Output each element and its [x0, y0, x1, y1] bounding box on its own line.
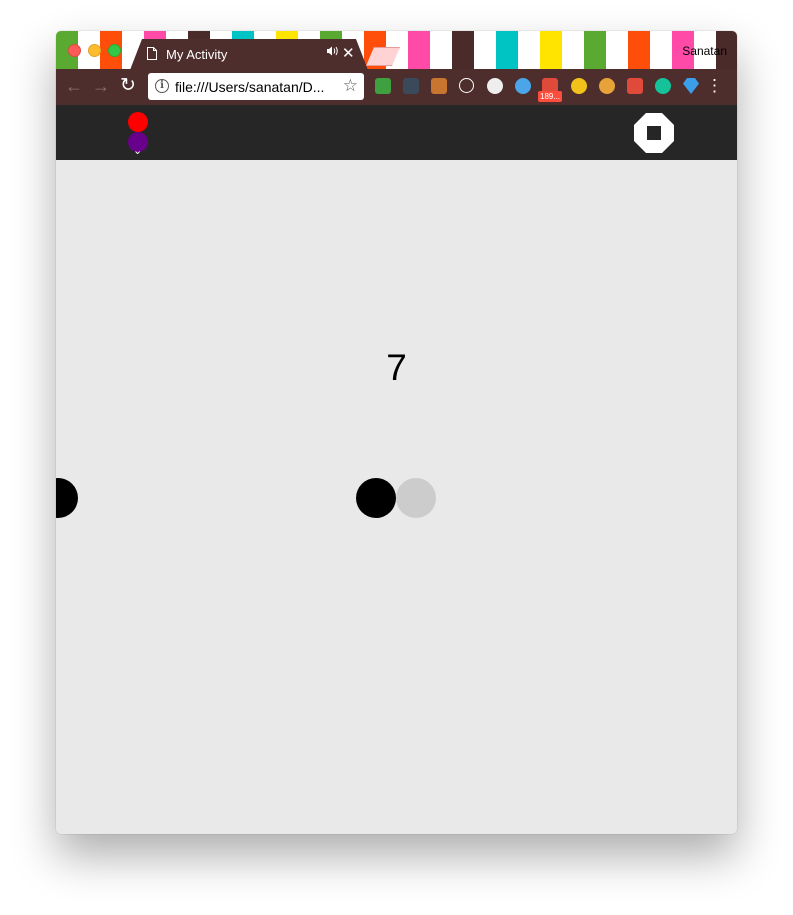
score-display: 7: [386, 347, 407, 388]
window-minimize-button[interactable]: [88, 44, 101, 57]
jsfiddle-icon[interactable]: [375, 78, 391, 94]
snowflake-icon[interactable]: [515, 78, 531, 94]
document-icon: [147, 47, 157, 60]
chevron-down-icon[interactable]: ⌄: [133, 145, 142, 157]
browser-toolbar: ← → ↻ i file:///Users/sanatan/D... ☆ 189…: [56, 69, 737, 105]
stop-icon: [647, 126, 661, 140]
txt-icon[interactable]: [599, 78, 615, 94]
opera-icon[interactable]: [487, 78, 503, 94]
forward-button[interactable]: →: [92, 76, 110, 96]
ball-ghost: [396, 478, 436, 518]
extension-badge: 189...: [538, 91, 563, 102]
url-text[interactable]: file:///Users/sanatan/D...: [175, 79, 324, 95]
x-close-icon[interactable]: [403, 78, 419, 94]
chrome-icon[interactable]: [571, 78, 587, 94]
ball-left: [56, 478, 78, 518]
game-canvas[interactable]: 7: [56, 160, 737, 834]
info-icon[interactable]: i: [155, 79, 169, 93]
window-close-button[interactable]: [68, 44, 81, 57]
new-tab-button[interactable]: [366, 47, 400, 66]
book-icon[interactable]: [627, 78, 643, 94]
browser-titlebar: My Activity ✕ Sanatan: [56, 31, 737, 69]
address-bar[interactable]: i file:///Users/sanatan/D... ☆: [148, 73, 364, 100]
window-maximize-button[interactable]: [108, 44, 121, 57]
browser-menu-icon[interactable]: ⋮: [706, 77, 723, 95]
browser-window: My Activity ✕ Sanatan ← → ↻ i file:///Us…: [56, 31, 737, 834]
diamond-icon[interactable]: [683, 78, 699, 94]
stop-button[interactable]: [634, 113, 674, 153]
profile-name[interactable]: Sanatan: [682, 44, 727, 58]
tab-close-icon[interactable]: ✕: [342, 44, 355, 62]
hammer-icon[interactable]: [431, 78, 447, 94]
speaker-icon[interactable]: [326, 45, 339, 57]
tab-title: My Activity: [166, 47, 228, 62]
ball-center: [356, 478, 396, 518]
app-header: ⌄: [56, 105, 737, 160]
color-option-red[interactable]: [128, 112, 148, 132]
react-icon[interactable]: [459, 78, 474, 93]
back-button[interactable]: ←: [65, 76, 83, 96]
tab-my-activity[interactable]: My Activity ✕: [130, 39, 368, 70]
grammarly-icon[interactable]: [655, 78, 671, 94]
reload-button[interactable]: ↻: [120, 76, 136, 96]
bookmark-star-icon[interactable]: ☆: [343, 76, 358, 96]
